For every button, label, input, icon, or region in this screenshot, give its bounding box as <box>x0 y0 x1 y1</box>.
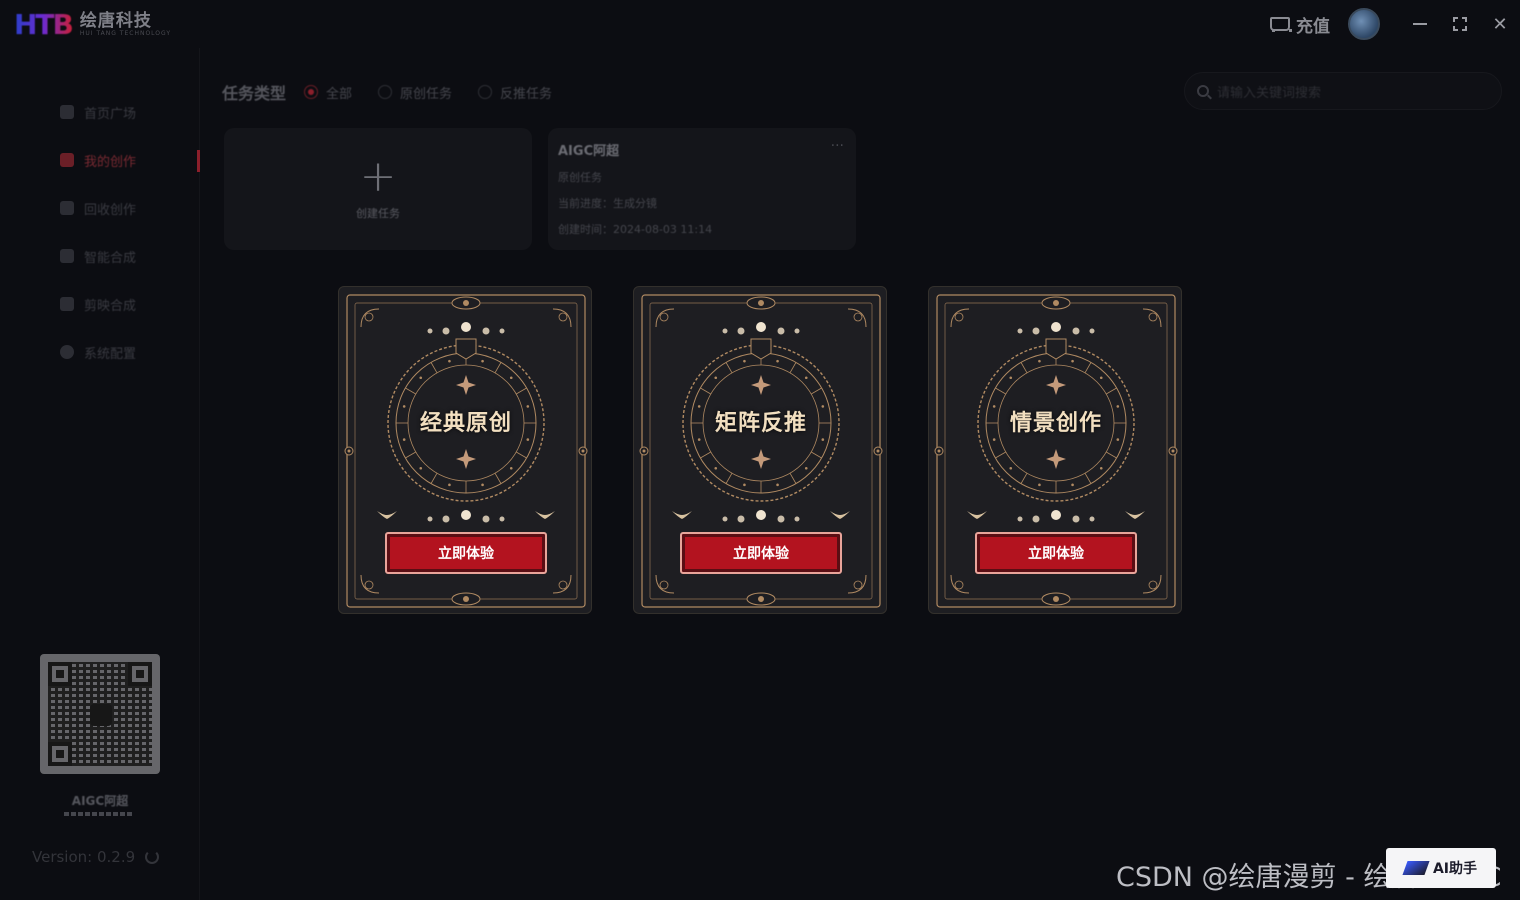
sidebar-item-home[interactable]: 首页广场 <box>0 88 200 136</box>
create-task-card[interactable]: + 创建任务 <box>224 128 532 250</box>
app-window: HTB 绘唐科技 HUI TANG TECHNOLOGY 充值 ✕ 首页广场 我… <box>0 0 1520 900</box>
qr-caption: AIGC阿超 <box>71 794 129 808</box>
grid-icon <box>60 153 74 167</box>
filter-option-original[interactable]: 原创任务 <box>378 83 452 102</box>
qr-caption-sub <box>64 812 134 816</box>
task-card[interactable]: AIGC阿超 原创任务 当前进度：生成分镜 创建时间：2024-08-03 11… <box>548 128 856 250</box>
maximize-icon <box>1453 17 1467 31</box>
minimize-icon <box>1413 23 1427 25</box>
mode-card-classic: 经典原创 立即体验 <box>338 286 592 614</box>
sidebar-nav: 首页广场 我的创作 回收创作 智能合成 剪映合成 系统配置 <box>0 88 200 376</box>
search-icon <box>1197 85 1209 97</box>
filter-title: 任务类型 <box>222 84 287 103</box>
sidebar-item-recycle[interactable]: 回收创作 <box>0 184 200 232</box>
sidebar-item-smart-compose[interactable]: 智能合成 <box>0 232 200 280</box>
plus-icon: + <box>359 151 397 202</box>
compose-icon <box>60 249 74 263</box>
sidebar-item-my-creations[interactable]: 我的创作 <box>0 136 200 184</box>
ai-logo-icon <box>1402 861 1430 875</box>
logo-name: 绘唐科技 <box>79 10 152 31</box>
gear-icon <box>60 345 74 359</box>
radio-icon <box>478 85 493 99</box>
wechat-icon <box>90 704 112 726</box>
main-content: 任务类型 全部 原创任务 反推任务 请输入关键词搜索 + 创建任务 AIGC阿超… <box>200 48 1520 900</box>
filter-option-reverse[interactable]: 反推任务 <box>478 83 552 102</box>
sidebar-item-settings[interactable]: 系统配置 <box>0 328 200 376</box>
search-placeholder: 请输入关键词搜索 <box>1217 85 1322 101</box>
try-now-button[interactable]: 立即体验 <box>975 532 1137 574</box>
task-name: AIGC阿超 <box>558 144 620 159</box>
user-avatar[interactable] <box>1348 8 1380 40</box>
logo-subtitle: HUI TANG TECHNOLOGY <box>79 29 172 37</box>
create-task-label: 创建任务 <box>356 207 400 220</box>
sidebar: 首页广场 我的创作 回收创作 智能合成 剪映合成 系统配置 AIGC阿超 Ver… <box>0 48 200 900</box>
mode-title: 矩阵反推 <box>714 411 807 436</box>
recycle-icon <box>60 201 74 215</box>
recharge-button[interactable]: 充值 <box>1268 12 1330 37</box>
minimize-button[interactable] <box>1400 0 1440 48</box>
app-logo: HTB 绘唐科技 HUI TANG TECHNOLOGY <box>14 7 172 41</box>
title-bar: HTB 绘唐科技 HUI TANG TECHNOLOGY 充值 ✕ <box>0 0 1520 48</box>
recharge-label: 充值 <box>1296 16 1330 37</box>
task-type: 原创任务 <box>558 171 602 184</box>
ai-assistant-badge[interactable]: AI助手 <box>1386 848 1496 888</box>
mode-card-reverse: 矩阵反推 立即体验 <box>633 286 887 614</box>
more-icon[interactable]: ··· <box>831 138 844 154</box>
export-icon <box>60 297 74 311</box>
search-input[interactable]: 请输入关键词搜索 <box>1184 72 1502 110</box>
maximize-button[interactable] <box>1440 0 1480 48</box>
close-button[interactable]: ✕ <box>1480 0 1520 48</box>
sidebar-item-jianying[interactable]: 剪映合成 <box>0 280 200 328</box>
mode-card-scenario: 情景创作 立即体验 <box>928 286 1182 614</box>
version-label: Version: 0.2.9 <box>32 848 136 866</box>
radio-selected-icon <box>304 85 319 99</box>
task-type-filter: 任务类型 全部 原创任务 反推任务 <box>222 80 578 104</box>
task-created: 创建时间：2024-08-03 11:14 <box>558 223 713 236</box>
mode-title: 情景创作 <box>1009 411 1102 436</box>
try-now-button[interactable]: 立即体验 <box>385 532 547 574</box>
cart-icon <box>1268 15 1292 33</box>
qr-code <box>40 654 160 774</box>
radio-icon <box>378 85 393 99</box>
version-info: Version: 0.2.9 <box>32 848 160 866</box>
try-now-button[interactable]: 立即体验 <box>680 532 842 574</box>
task-status: 当前进度：生成分镜 <box>558 197 657 210</box>
mode-title: 经典原创 <box>419 411 512 436</box>
home-icon <box>60 105 74 119</box>
logo-mark: HTB <box>14 7 74 41</box>
refresh-icon[interactable] <box>145 850 160 864</box>
close-icon: ✕ <box>1492 13 1508 35</box>
filter-option-all[interactable]: 全部 <box>304 83 352 102</box>
